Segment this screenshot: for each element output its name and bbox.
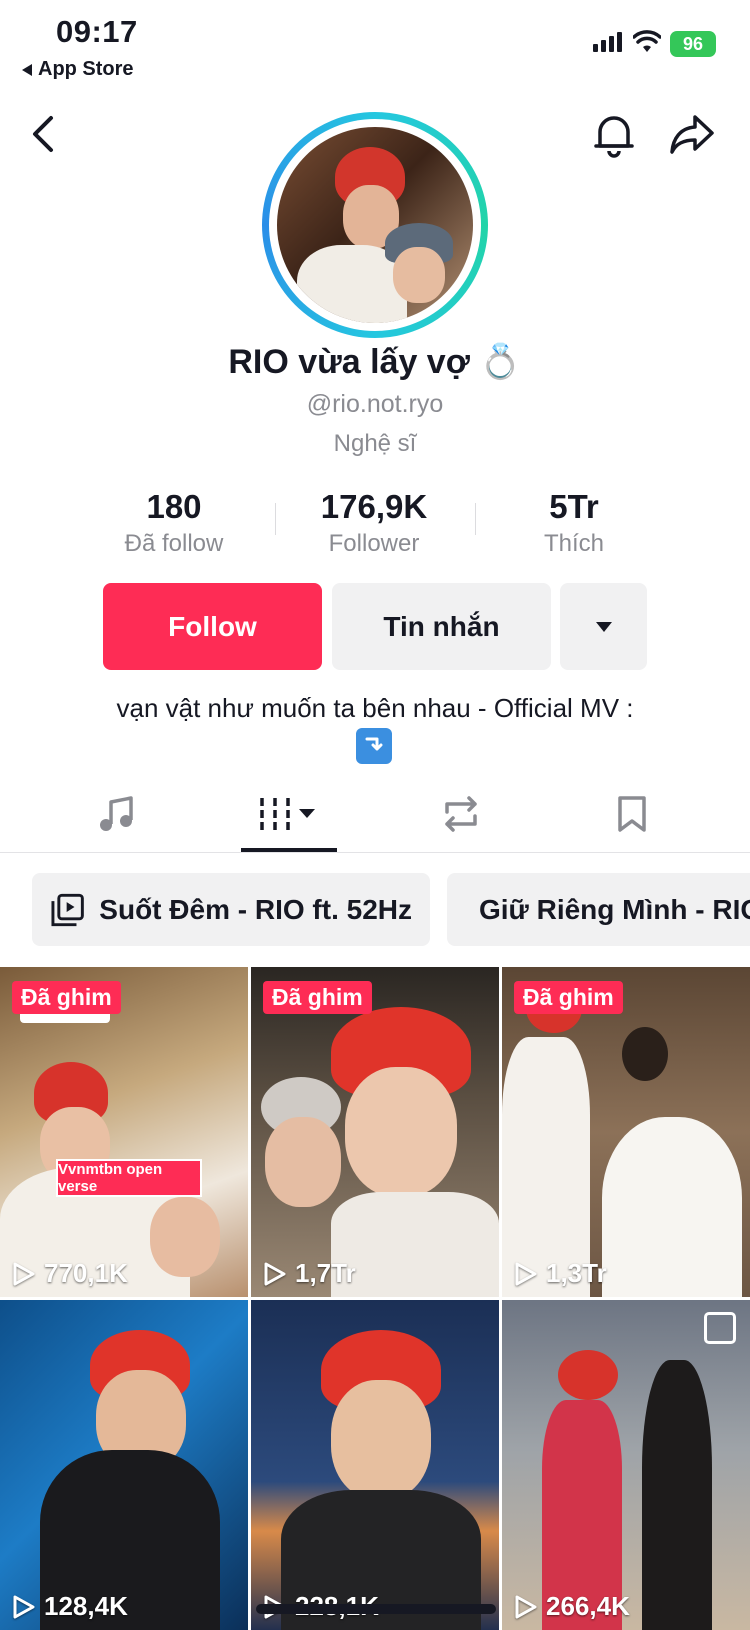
stat-value: 180 [146,488,202,525]
playlist-label: Giữ Riêng Mình - RIO [479,893,750,925]
tab-music[interactable] [69,783,165,845]
video-thumbnail[interactable]: Đã ghim 1,7Tr [251,967,499,1297]
tab-videos[interactable] [241,783,337,845]
stat-label: Thích [543,530,605,557]
playlist-label: Suốt Đêm - RIO ft. 52Hz [99,893,412,925]
play-icon [264,1262,286,1285]
video-thumbnail[interactable]: 266,4K [502,1300,750,1630]
wifi-icon [632,30,662,59]
pinned-badge: Đã ghim [514,981,623,1014]
grid-icon [260,798,315,830]
back-button[interactable] [18,108,70,160]
video-thumbnail[interactable]: 128,4K [0,1300,248,1630]
pinned-badge: Đã ghim [12,981,121,1014]
username: @rio.not.ryo [306,390,444,418]
tab-saved[interactable] [584,783,680,845]
play-icon [13,1262,35,1285]
bio-text: vạn vật như muốn ta bên nhau - Official … [116,693,634,723]
stat-label: Follower [328,530,420,557]
bell-icon [594,116,634,158]
avatar[interactable] [262,112,488,338]
stat-followers[interactable]: 176,9K Follower [274,488,474,558]
cellular-signal-icon [593,32,622,52]
battery-indicator: 96 [670,31,716,57]
status-time: 09:17 [56,14,138,49]
view-count: 128,4K [12,1591,128,1622]
caret-down-icon [595,621,612,632]
view-count: 1,7Tr [263,1258,356,1289]
arrow-down-right-emoji-icon [356,728,392,764]
view-count: 266,4K [514,1591,630,1622]
chevron-left-icon [33,116,53,152]
view-count-value: 1,7Tr [295,1258,356,1288]
bookmark-icon [618,796,646,832]
view-count: 1,3Tr [514,1258,607,1289]
more-options-button[interactable] [560,583,647,670]
share-button[interactable] [666,108,718,160]
display-name: RIO vừa lấy vợ 💍 [228,343,522,381]
play-icon [515,1595,537,1618]
share-icon [670,115,714,154]
avatar-photo [277,127,473,323]
stat-following[interactable]: 180 Đã follow [74,488,274,558]
view-count: 770,1K [12,1258,128,1289]
back-triangle-icon [22,63,32,76]
repost-icon [445,796,477,832]
tab-divider [0,852,750,853]
back-to-app-link[interactable]: App Store [22,58,134,81]
view-count-value: 770,1K [44,1258,128,1288]
home-indicator[interactable] [256,1604,496,1614]
stat-likes[interactable]: 5Tr Thích [474,488,674,558]
video-overlay-caption: Vvnmtbn open verse [56,1159,202,1197]
playlist-icon [51,893,84,926]
play-icon [13,1595,35,1618]
music-icon [100,796,133,831]
multi-photo-icon [704,1312,736,1344]
video-thumbnail[interactable]: Đã ghim 1,3Tr [502,967,750,1297]
notification-button[interactable] [588,108,640,160]
message-button[interactable]: Tin nhắn [332,583,551,670]
playlist-chip[interactable]: Giữ Riêng Mình - RIO [447,873,750,946]
tab-reposts[interactable] [413,783,509,845]
playlist-chip[interactable]: Suốt Đêm - RIO ft. 52Hz [32,873,430,946]
stat-label: Đã follow [124,530,224,557]
video-thumbnail[interactable]: 228,1K [251,1300,499,1630]
back-app-label: App Store [38,58,134,80]
video-thumbnail[interactable]: Vvnmtbn open verse Đã ghim 770,1K [0,967,248,1297]
stat-value: 5Tr [549,488,599,525]
view-count-value: 266,4K [546,1591,630,1621]
view-count-value: 128,4K [44,1591,128,1621]
follow-button[interactable]: Follow [103,583,322,670]
stat-value: 176,9K [320,488,428,525]
play-icon [515,1262,537,1285]
profile-category: Nghệ sĩ [333,430,417,457]
pinned-badge: Đã ghim [263,981,372,1014]
view-count-value: 1,3Tr [546,1258,607,1288]
